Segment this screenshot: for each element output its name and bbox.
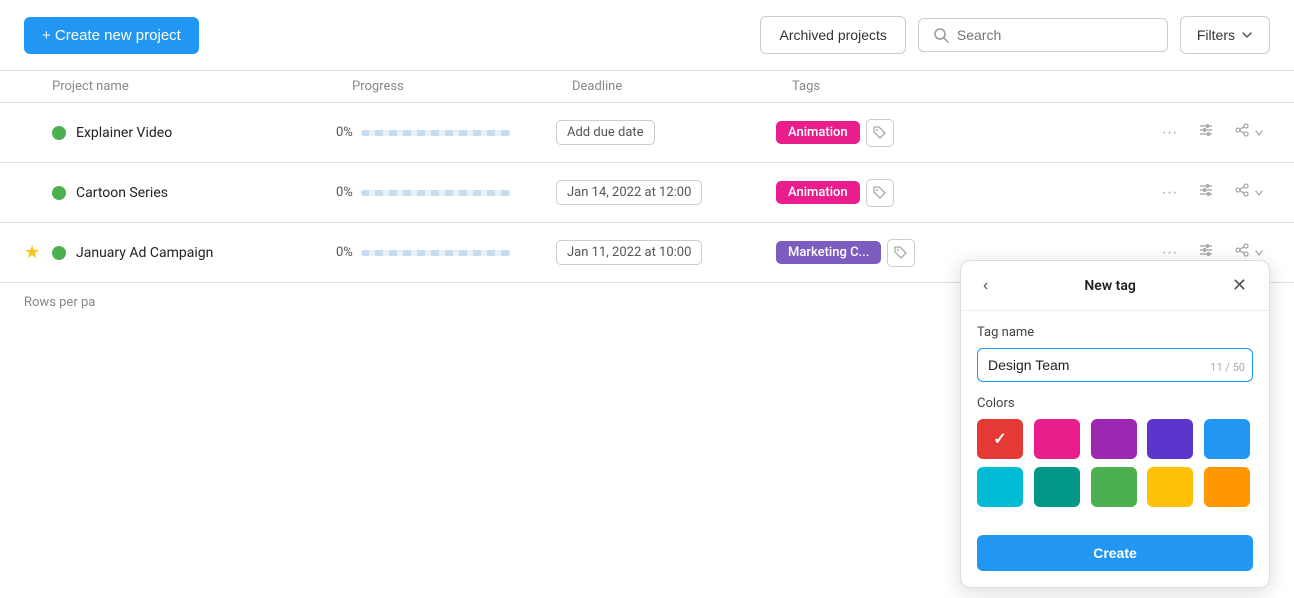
create-project-button[interactable]: + Create new project — [24, 17, 199, 54]
status-dot — [52, 186, 66, 200]
popup-title: New tag — [1002, 278, 1218, 294]
progress-cell: 0% — [336, 185, 556, 200]
color-swatch-teal[interactable] — [1034, 467, 1080, 507]
color-swatch-cyan[interactable] — [977, 467, 1023, 507]
progress-bar — [361, 250, 511, 256]
add-tag-button[interactable] — [866, 179, 894, 207]
popup-header: ‹ New tag ✕ — [961, 261, 1269, 311]
color-swatch-orange[interactable] — [1204, 467, 1250, 507]
sliders-icon — [1198, 122, 1214, 138]
share-button[interactable] — [1228, 178, 1270, 207]
top-bar: + Create new project Archived projects F… — [0, 0, 1294, 70]
add-tag-button[interactable] — [887, 239, 915, 267]
projects-table: Project name Progress Deadline Tags ★ Ex… — [0, 70, 1294, 283]
color-swatch-blue[interactable] — [1204, 419, 1250, 459]
star-icon[interactable]: ★ — [24, 122, 52, 143]
deadline-value: Jan 11, 2022 at 10:00 — [556, 240, 702, 265]
tags-cell: Animation — [776, 179, 1156, 207]
deadline-value: Jan 14, 2022 at 12:00 — [556, 180, 702, 205]
deadline-cell: Jan 11, 2022 at 10:00 — [556, 240, 776, 265]
more-options-button[interactable]: ··· — [1156, 120, 1184, 146]
progress-bar — [361, 130, 511, 136]
create-tag-button[interactable]: Create — [977, 535, 1253, 571]
share-button[interactable] — [1228, 118, 1270, 147]
share-icon — [1234, 182, 1250, 198]
sliders-icon — [1198, 242, 1214, 258]
popup-footer: Create — [961, 535, 1269, 571]
color-swatch-red[interactable] — [977, 419, 1023, 459]
color-swatch-yellow[interactable] — [1147, 467, 1193, 507]
add-due-date-button[interactable]: Add due date — [556, 120, 655, 145]
color-swatch-pink[interactable] — [1034, 419, 1080, 459]
search-input[interactable] — [957, 27, 1153, 43]
more-options-button[interactable]: ··· — [1156, 180, 1184, 206]
tag-icon-svg — [873, 126, 887, 140]
popup-body: Tag name 11 / 50 Colors — [961, 311, 1269, 521]
deadline-cell: Add due date — [556, 120, 776, 145]
tag-name-input-wrap: 11 / 50 — [977, 348, 1253, 382]
filters-button[interactable]: Filters — [1180, 16, 1270, 54]
char-count: 11 / 50 — [1210, 361, 1245, 374]
share-icon — [1234, 122, 1250, 138]
chevron-down-icon — [1241, 29, 1253, 41]
col-header-name: Project name — [52, 79, 352, 94]
tags-cell: Animation — [776, 119, 1156, 147]
color-swatch-purple[interactable] — [1091, 419, 1137, 459]
tag-name-label: Tag name — [977, 325, 1253, 340]
progress-cell: 0% — [336, 245, 556, 260]
search-box — [918, 18, 1168, 52]
tag-icon-svg — [894, 246, 908, 260]
popup-close-button[interactable]: ✕ — [1226, 273, 1253, 298]
row-actions: ··· — [1156, 118, 1270, 147]
adjust-button[interactable] — [1192, 178, 1220, 207]
new-tag-popup: ‹ New tag ✕ Tag name 11 / 50 Colors Crea… — [960, 260, 1270, 588]
status-dot — [52, 246, 66, 260]
tag-marketing: Marketing C... — [776, 241, 881, 264]
status-dot — [52, 126, 66, 140]
col-header-progress: Progress — [352, 79, 572, 94]
chevron-down-icon — [1254, 188, 1264, 198]
project-name: Explainer Video — [76, 125, 336, 141]
table-header: Project name Progress Deadline Tags — [0, 71, 1294, 103]
table-row: ★ Cartoon Series 0% Jan 14, 2022 at 12:0… — [0, 163, 1294, 223]
col-header-tags: Tags — [792, 79, 1270, 94]
popup-back-button[interactable]: ‹ — [977, 275, 994, 297]
tag-animation: Animation — [776, 181, 860, 204]
share-icon — [1234, 242, 1250, 258]
colors-label: Colors — [977, 396, 1253, 411]
col-header-deadline: Deadline — [572, 79, 792, 94]
tag-animation: Animation — [776, 121, 860, 144]
row-actions: ··· — [1156, 178, 1270, 207]
deadline-cell: Jan 14, 2022 at 12:00 — [556, 180, 776, 205]
progress-cell: 0% — [336, 125, 556, 140]
progress-value: 0% — [336, 125, 353, 140]
tag-icon-svg — [873, 186, 887, 200]
progress-value: 0% — [336, 185, 353, 200]
add-tag-button[interactable] — [866, 119, 894, 147]
archived-projects-button[interactable]: Archived projects — [760, 16, 905, 54]
filters-label: Filters — [1197, 27, 1235, 43]
colors-grid — [977, 419, 1253, 507]
star-icon[interactable]: ★ — [24, 242, 52, 263]
chevron-down-icon — [1254, 248, 1264, 258]
progress-bar — [361, 190, 511, 196]
project-name: January Ad Campaign — [76, 245, 336, 261]
adjust-button[interactable] — [1192, 118, 1220, 147]
star-icon[interactable]: ★ — [24, 182, 52, 203]
chevron-down-icon — [1254, 128, 1264, 138]
table-row: ★ Explainer Video 0% Add due date Animat… — [0, 103, 1294, 163]
search-icon — [933, 27, 949, 43]
sliders-icon — [1198, 182, 1214, 198]
project-name: Cartoon Series — [76, 185, 336, 201]
progress-value: 0% — [336, 245, 353, 260]
color-swatch-green[interactable] — [1091, 467, 1137, 507]
color-swatch-indigo[interactable] — [1147, 419, 1193, 459]
